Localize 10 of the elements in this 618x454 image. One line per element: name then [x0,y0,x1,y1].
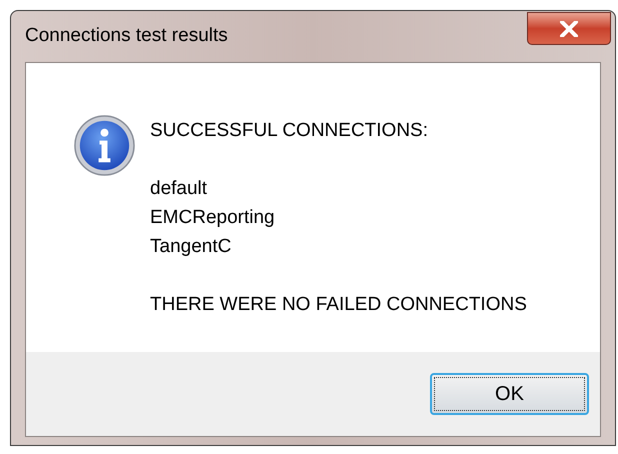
info-icon [73,114,136,177]
close-button[interactable] [527,12,611,45]
connection-name: EMCReporting [150,206,276,230]
message-heading: SUCCESSFUL CONNECTIONS: [150,119,429,143]
ok-button[interactable]: OK [430,373,589,415]
window-title: Connections test results [25,24,228,48]
message-footer: THERE WERE NO FAILED CONNECTIONS [150,290,527,319]
connection-name: default [150,177,208,201]
connection-name: TangentC [150,235,232,259]
close-icon [560,20,578,36]
